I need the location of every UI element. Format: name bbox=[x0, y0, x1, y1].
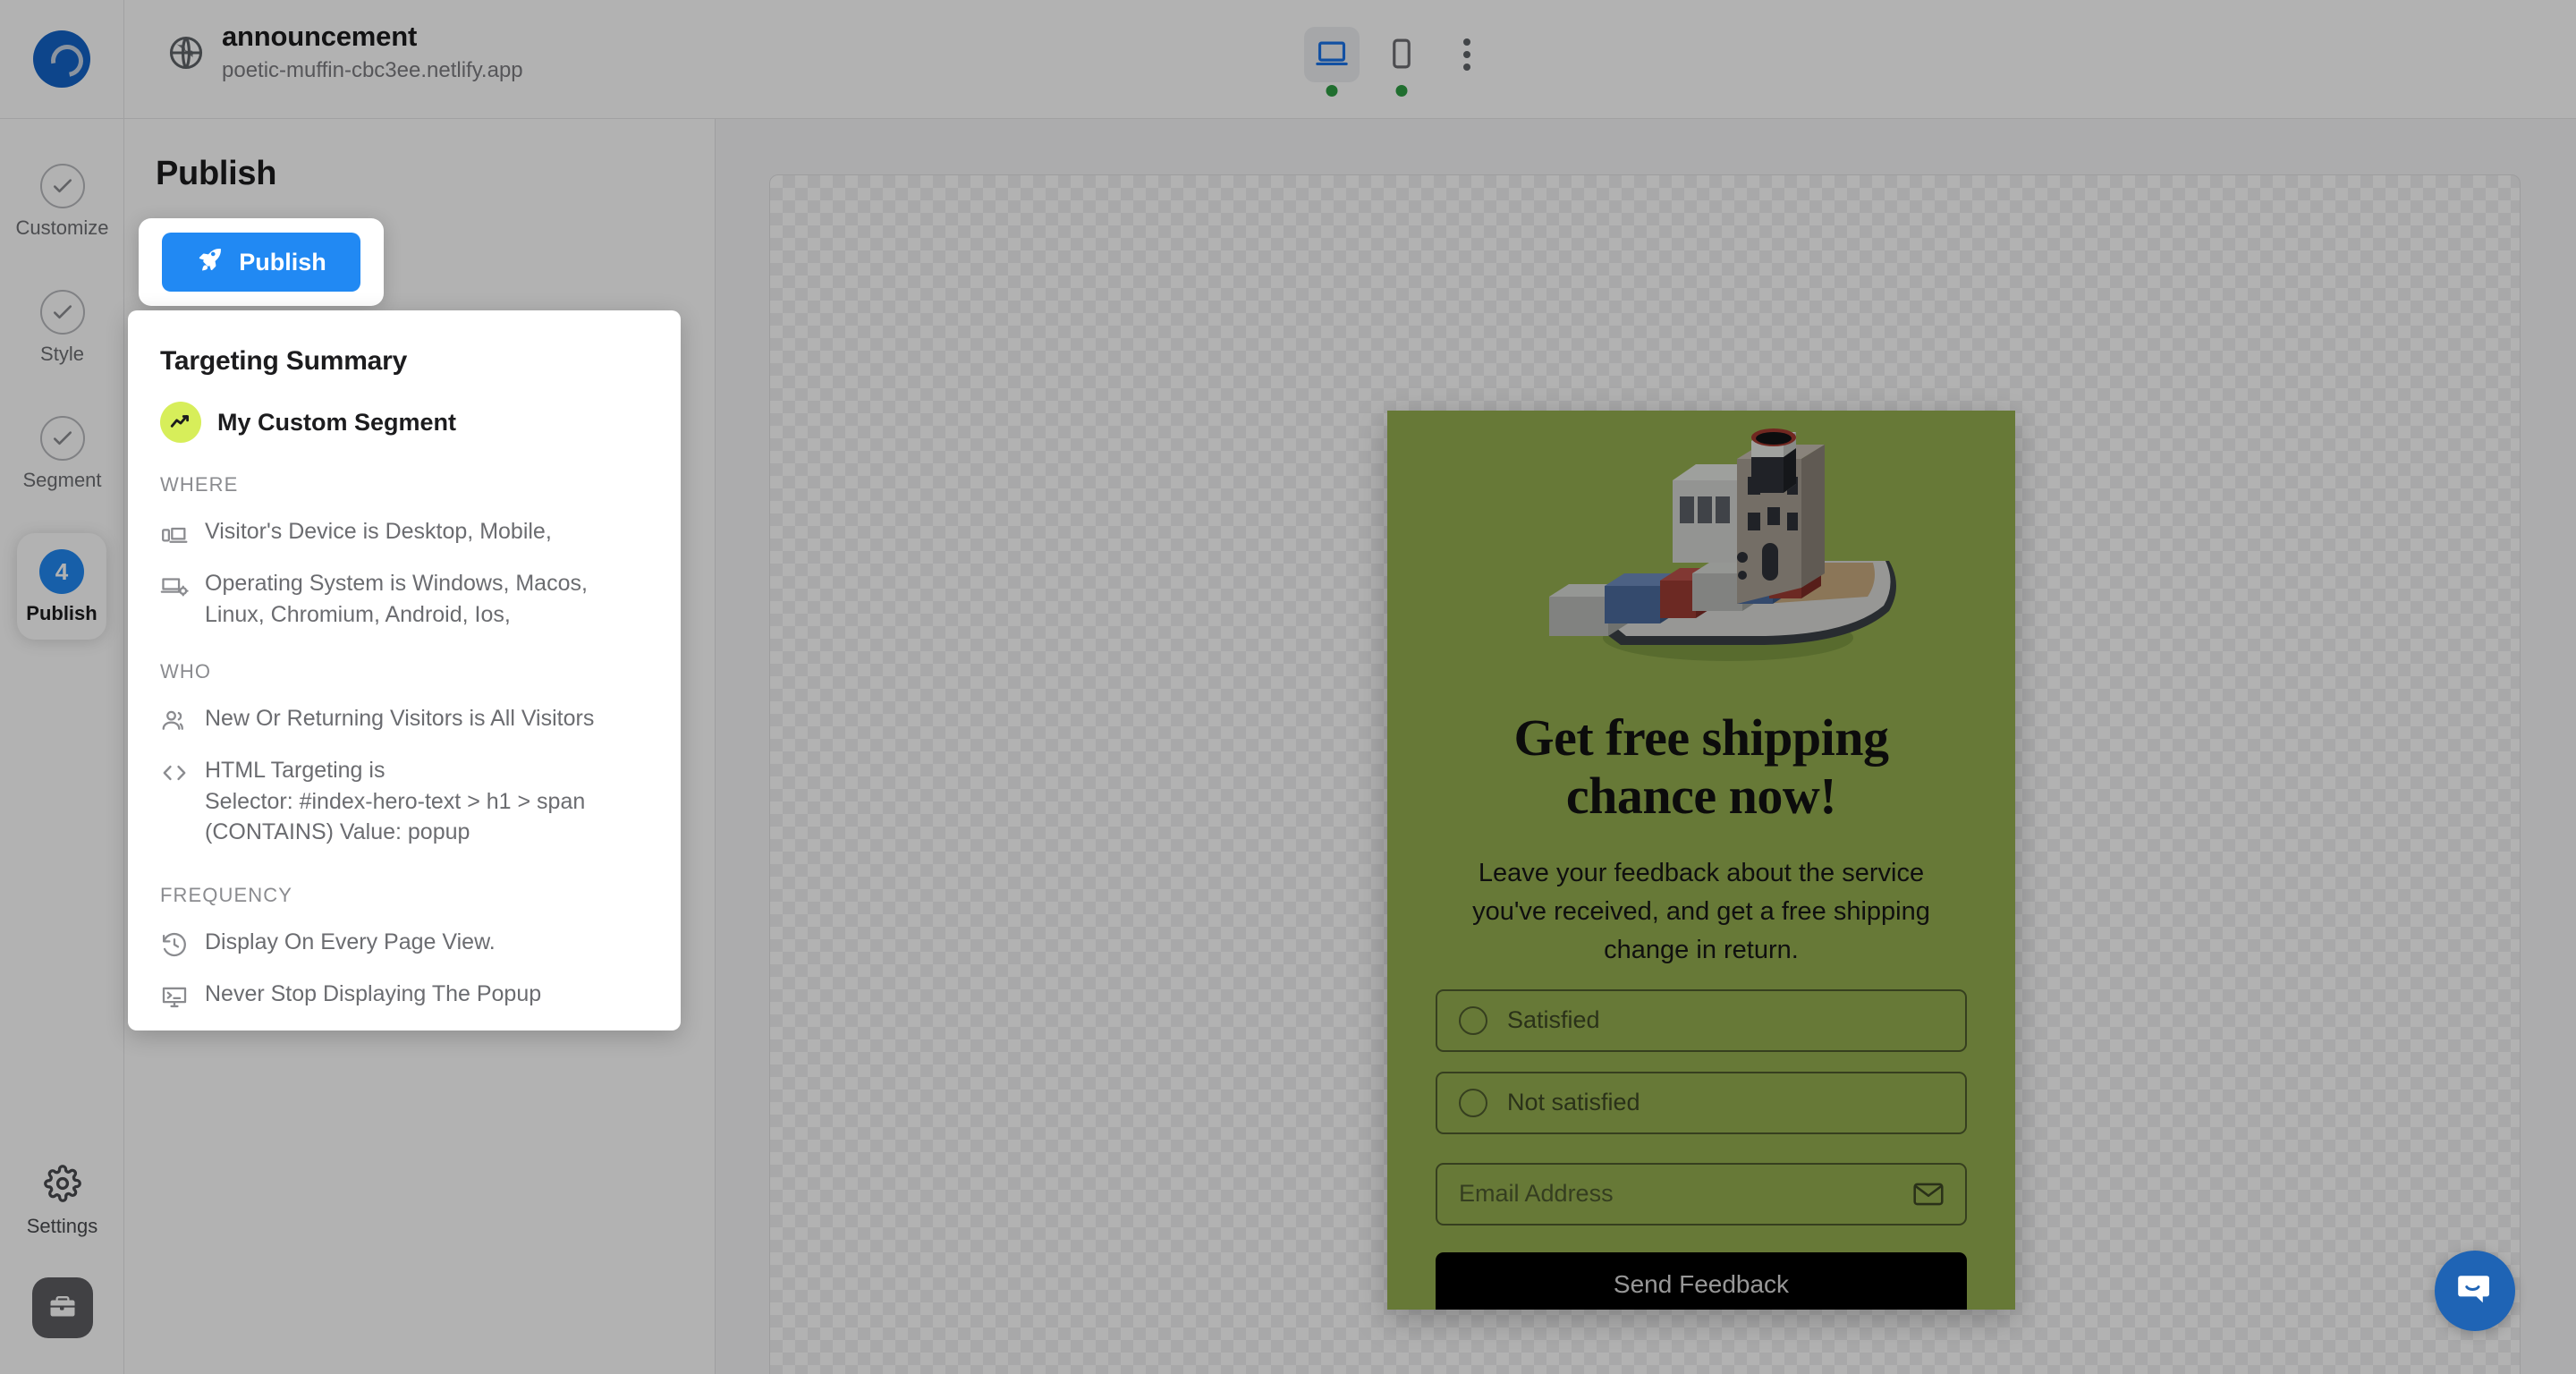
trending-up-icon bbox=[160, 402, 201, 443]
page-title: Publish bbox=[156, 155, 277, 192]
mobile-icon bbox=[1385, 37, 1419, 73]
targeting-group-where: WHERE Visitor's Device is Desktop, Mobil… bbox=[160, 473, 641, 630]
targeting-row-text: HTML Targeting is Selector: #index-hero-… bbox=[205, 758, 586, 844]
targeting-summary-popover: Targeting Summary My Custom Segment WHER… bbox=[128, 310, 681, 1030]
code-brackets-icon bbox=[160, 759, 189, 787]
option-satisfied[interactable]: Satisfied bbox=[1436, 988, 1967, 1052]
desktop-status-dot bbox=[1326, 85, 1338, 97]
chat-bubble-icon bbox=[2453, 1268, 2496, 1315]
device-toggle-desktop[interactable] bbox=[1304, 27, 1360, 97]
publish-button-card: Publish bbox=[139, 218, 384, 306]
globe-icon bbox=[166, 33, 206, 72]
app-logo[interactable] bbox=[0, 0, 124, 118]
targeting-row-text: New Or Returning Visitors is All Visitor… bbox=[205, 706, 595, 731]
briefcase-button[interactable] bbox=[31, 1277, 93, 1338]
option-label: Satisfied bbox=[1507, 1006, 1600, 1034]
app-root: announcement poetic-muffin-cbc3ee.netlif… bbox=[0, 0, 2576, 1374]
email-placeholder: Email Address bbox=[1459, 1180, 1614, 1208]
device-switcher bbox=[1304, 27, 1490, 97]
sidebar-item-label: Publish bbox=[26, 602, 97, 624]
briefcase-icon bbox=[47, 1291, 79, 1326]
operating-system-icon bbox=[160, 572, 189, 600]
kebab-menu-icon[interactable] bbox=[1444, 27, 1490, 82]
targeting-group-who: WHO New Or Returning Visitors is All Vis… bbox=[160, 660, 641, 848]
targeting-row-visitors: New Or Returning Visitors is All Visitor… bbox=[160, 703, 641, 735]
targeting-row-html: HTML Targeting is Selector: #index-hero-… bbox=[160, 755, 641, 848]
targeting-row-stop-displaying: Never Stop Displaying The Popup bbox=[160, 979, 641, 1011]
devices-icon bbox=[160, 520, 189, 548]
popup-preview: Get free shipping chance now! Leave your… bbox=[1387, 411, 2015, 1310]
site-url: poetic-muffin-cbc3ee.netlify.app bbox=[222, 58, 523, 83]
check-circle-icon bbox=[39, 416, 85, 461]
rocket-icon bbox=[196, 245, 225, 280]
send-feedback-button[interactable]: Send Feedback bbox=[1436, 1251, 1967, 1310]
sidebar-item-segment[interactable]: Segment bbox=[0, 407, 124, 501]
segment-name: My Custom Segment bbox=[217, 408, 457, 436]
check-circle-icon bbox=[39, 164, 85, 208]
targeting-row-text: Never Stop Displaying The Popup bbox=[205, 980, 542, 1006]
preview-canvas: Get free shipping chance now! Leave your… bbox=[716, 119, 2576, 1374]
step-rail-list: Customize Style Segment 4 Publish bbox=[0, 119, 123, 640]
group-heading: WHERE bbox=[160, 473, 239, 496]
option-not-satisfied[interactable]: Not satisfied bbox=[1436, 1071, 1967, 1134]
popupsmart-logo-icon bbox=[33, 30, 90, 88]
targeting-summary-title: Targeting Summary bbox=[160, 346, 408, 376]
step-rail: Customize Style Segment 4 Publish Settin… bbox=[0, 119, 124, 1374]
sidebar-item-customize[interactable]: Customize bbox=[0, 155, 124, 249]
rail-bottom-group: Settings bbox=[0, 1165, 124, 1338]
popup-body-text: Leave your feedback about the service yo… bbox=[1472, 858, 1930, 964]
sidebar-item-publish[interactable]: 4 Publish bbox=[17, 533, 106, 640]
device-toggle-mobile[interactable] bbox=[1374, 27, 1429, 97]
segment-row: My Custom Segment bbox=[160, 402, 641, 443]
targeting-row-text: Operating System is Windows, Macos, Linu… bbox=[205, 571, 588, 627]
publish-button-label: Publish bbox=[239, 248, 326, 276]
intercom-launcher-button[interactable] bbox=[2435, 1251, 2515, 1331]
targeting-row-os: Operating System is Windows, Macos, Linu… bbox=[160, 568, 641, 630]
check-circle-icon bbox=[39, 290, 85, 335]
targeting-row-text: Display On Every Page View. bbox=[205, 929, 496, 954]
step-number-badge: 4 bbox=[39, 549, 84, 594]
history-clock-icon bbox=[160, 930, 189, 959]
envelope-icon bbox=[1913, 1183, 1944, 1206]
radio-icon[interactable] bbox=[1459, 1005, 1487, 1035]
sidebar-item-label: Settings bbox=[26, 1215, 98, 1237]
targeting-group-frequency: FREQUENCY Display On Every Page View. Ne… bbox=[160, 884, 641, 1011]
display-forever-icon bbox=[160, 982, 189, 1011]
sidebar-item-label: Style bbox=[40, 343, 84, 365]
sidebar-item-settings[interactable]: Settings bbox=[26, 1165, 98, 1238]
top-bar: announcement poetic-muffin-cbc3ee.netlif… bbox=[0, 0, 2576, 119]
cargo-ship-illustration bbox=[1436, 420, 1967, 702]
popup-heading: Get free shipping chance now! bbox=[1513, 708, 1890, 825]
group-heading: WHO bbox=[160, 660, 212, 683]
radio-icon[interactable] bbox=[1459, 1088, 1487, 1117]
sidebar-item-label: Customize bbox=[15, 216, 109, 239]
email-field[interactable]: Email Address bbox=[1436, 1162, 1967, 1226]
site-title: announcement bbox=[222, 21, 418, 52]
preview-frame: Get free shipping chance now! Leave your… bbox=[769, 174, 2521, 1374]
targeting-row-display-frequency: Display On Every Page View. bbox=[160, 927, 641, 959]
sidebar-item-style[interactable]: Style bbox=[0, 281, 124, 375]
desktop-icon bbox=[1315, 37, 1349, 73]
targeting-row-text: Visitor's Device is Desktop, Mobile, bbox=[205, 519, 552, 544]
sidebar-item-label: Segment bbox=[22, 469, 102, 491]
gear-icon bbox=[43, 1165, 81, 1207]
targeting-row-device: Visitor's Device is Desktop, Mobile, bbox=[160, 516, 641, 548]
publish-button[interactable]: Publish bbox=[162, 233, 360, 292]
mobile-status-dot bbox=[1395, 85, 1408, 97]
site-info: announcement poetic-muffin-cbc3ee.netlif… bbox=[166, 20, 523, 86]
group-heading: FREQUENCY bbox=[160, 883, 293, 906]
visitors-icon bbox=[160, 707, 189, 735]
option-label: Not satisfied bbox=[1507, 1089, 1640, 1116]
